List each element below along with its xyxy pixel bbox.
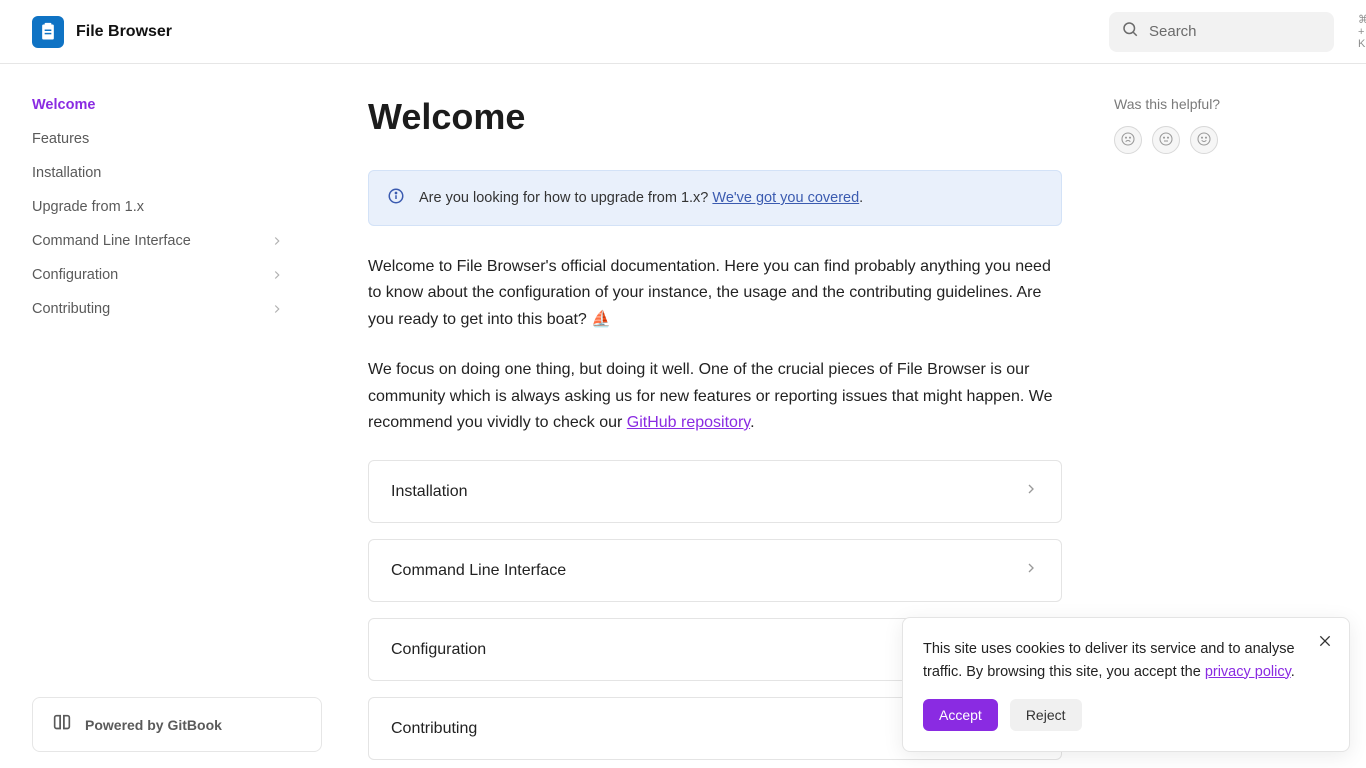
- sidebar-item-contributing[interactable]: Contributing: [32, 292, 296, 326]
- cookie-text-suffix: .: [1291, 664, 1295, 680]
- brand[interactable]: File Browser: [32, 16, 172, 48]
- callout-link[interactable]: We've got you covered: [712, 190, 859, 206]
- page-title: Welcome: [368, 96, 1062, 138]
- sidebar-item-cli[interactable]: Command Line Interface: [32, 224, 296, 258]
- sidebar-item-label: Welcome: [32, 97, 95, 113]
- app-header: File Browser ⌘ + K: [0, 0, 1366, 64]
- callout-suffix: .: [859, 190, 863, 206]
- face-happy-icon: [1196, 131, 1212, 150]
- card-cli[interactable]: Command Line Interface: [368, 539, 1062, 602]
- chevron-right-icon: [270, 234, 284, 248]
- close-icon: [1317, 637, 1333, 652]
- chevron-right-icon: [270, 302, 284, 316]
- sidebar-item-label: Command Line Interface: [32, 233, 191, 249]
- cookie-text: This site uses cookies to deliver its se…: [923, 638, 1303, 683]
- card-label: Command Line Interface: [391, 562, 566, 580]
- card-label: Contributing: [391, 720, 477, 738]
- search-input[interactable]: [1149, 23, 1348, 40]
- sidebar-item-label: Installation: [32, 165, 101, 181]
- callout-text: Are you looking for how to upgrade from …: [419, 190, 863, 206]
- callout-prefix: Are you looking for how to upgrade from …: [419, 190, 712, 206]
- cookie-actions: Accept Reject: [923, 699, 1303, 731]
- para2-suffix: .: [750, 414, 754, 431]
- powered-by-link[interactable]: Powered by GitBook: [32, 697, 322, 752]
- chevron-right-icon: [1023, 560, 1039, 581]
- github-repo-link[interactable]: GitHub repository: [627, 414, 750, 431]
- gitbook-icon: [51, 712, 73, 737]
- feedback-sad-button[interactable]: [1114, 126, 1142, 154]
- app-title: File Browser: [76, 23, 172, 41]
- cookie-banner: This site uses cookies to deliver its se…: [902, 617, 1350, 752]
- card-label: Installation: [391, 483, 468, 501]
- card-installation[interactable]: Installation: [368, 460, 1062, 523]
- sidebar-item-label: Configuration: [32, 267, 118, 283]
- nav-list: Welcome Features Installation Upgrade fr…: [32, 88, 296, 326]
- privacy-policy-link[interactable]: privacy policy: [1205, 664, 1291, 680]
- reject-button[interactable]: Reject: [1010, 699, 1082, 731]
- card-label: Configuration: [391, 641, 486, 659]
- info-icon: [387, 187, 405, 209]
- chevron-right-icon: [270, 268, 284, 282]
- app-logo-icon: [32, 16, 64, 48]
- powered-by-label: Powered by GitBook: [85, 717, 222, 733]
- sidebar-item-configuration[interactable]: Configuration: [32, 258, 296, 292]
- feedback-faces: [1114, 126, 1334, 154]
- search-icon: [1121, 20, 1139, 43]
- face-neutral-icon: [1158, 131, 1174, 150]
- intro-paragraph-2: We focus on doing one thing, but doing i…: [368, 357, 1062, 436]
- feedback-happy-button[interactable]: [1190, 126, 1218, 154]
- sidebar-item-features[interactable]: Features: [32, 122, 296, 156]
- sidebar-item-label: Contributing: [32, 301, 110, 317]
- cookie-close-button[interactable]: [1315, 632, 1335, 652]
- search-shortcut: ⌘ + K: [1358, 13, 1366, 50]
- accept-button[interactable]: Accept: [923, 699, 998, 731]
- sidebar-item-label: Features: [32, 131, 89, 147]
- search-box[interactable]: ⌘ + K: [1109, 12, 1334, 52]
- sidebar-item-label: Upgrade from 1.x: [32, 199, 144, 215]
- intro-paragraph-1: Welcome to File Browser's official docum…: [368, 254, 1062, 333]
- chevron-right-icon: [1023, 481, 1039, 502]
- feedback-neutral-button[interactable]: [1152, 126, 1180, 154]
- sidebar-item-upgrade[interactable]: Upgrade from 1.x: [32, 190, 296, 224]
- sidebar-item-welcome[interactable]: Welcome: [32, 88, 296, 122]
- sidebar-item-installation[interactable]: Installation: [32, 156, 296, 190]
- info-callout: Are you looking for how to upgrade from …: [368, 170, 1062, 226]
- face-sad-icon: [1120, 131, 1136, 150]
- feedback-question: Was this helpful?: [1114, 96, 1334, 112]
- sidebar: Welcome Features Installation Upgrade fr…: [0, 64, 304, 768]
